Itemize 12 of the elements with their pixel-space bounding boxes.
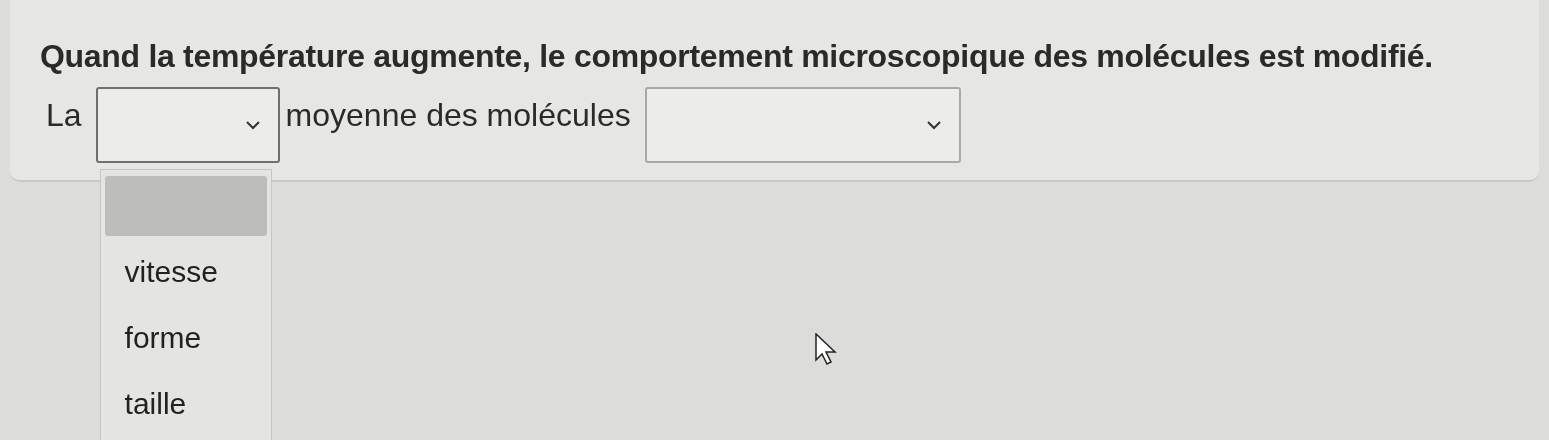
chevron-down-icon: [926, 120, 941, 130]
answer-dropdown[interactable]: [644, 87, 961, 163]
dropdown-option[interactable]: [104, 176, 267, 236]
dropdown-option[interactable]: vitesse: [104, 242, 267, 302]
dropdown-option[interactable]: taille: [104, 374, 267, 434]
answer-dropdown[interactable]: [95, 87, 280, 163]
mouse-cursor-icon: [815, 333, 837, 365]
chevron-down-icon: [245, 120, 260, 130]
sentence-text: La: [46, 97, 82, 134]
dropdown-option[interactable]: forme: [104, 308, 267, 368]
question-prompt: Quand la température augmente, le comportement microscopique des molécules est modifié.: [40, 38, 1434, 75]
sentence-text: moyenne des molécules: [285, 97, 631, 134]
